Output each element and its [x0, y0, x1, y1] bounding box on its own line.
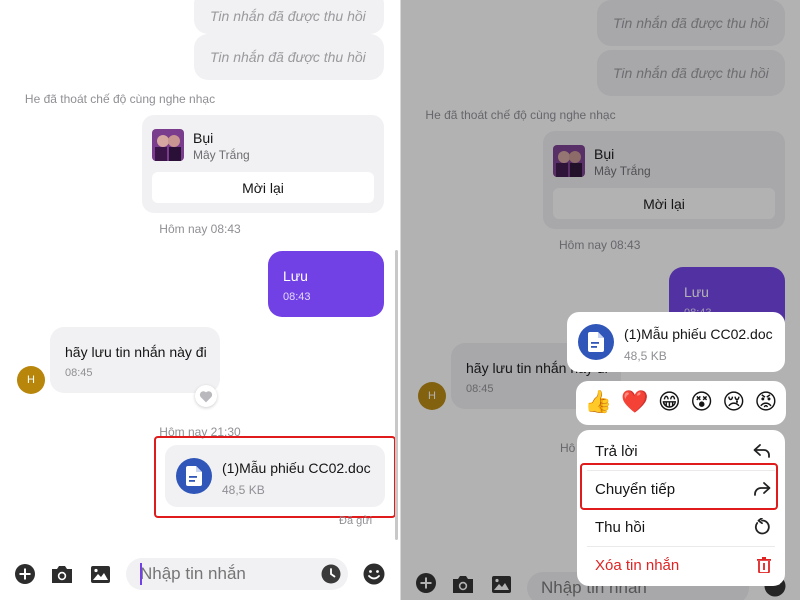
reaction-bar: 👍 ❤️ 😁 😵 😢 😡	[576, 381, 786, 425]
cry-reaction[interactable]: 😢	[722, 392, 745, 414]
album-thumbnail	[152, 129, 184, 161]
recalled-text: Tin nhắn đã được thu hồi	[210, 49, 366, 65]
reply-icon	[753, 444, 770, 458]
file-name: (1)Mẫu phiếu CC02.doc	[624, 326, 773, 342]
highlight-box	[580, 463, 778, 510]
message-text: hãy lưu tin nhắn này đi	[65, 344, 207, 360]
thumbs-up-reaction[interactable]: 👍	[585, 392, 612, 414]
document-icon	[578, 324, 614, 360]
image-icon	[90, 565, 110, 583]
menu-item-recall[interactable]: Thu hồi	[577, 508, 785, 546]
system-message: He đã thoát chế độ cùng nghe nhạc	[24, 92, 216, 106]
chat-screen-right: Tin nhắn đã được thu hồi Tin nhắn đã đượ…	[400, 0, 800, 600]
chat-screen-left: Tin nhắn đã được thu hồi Tin nhắn đã đượ…	[0, 0, 400, 600]
selected-file-message: (1)Mẫu phiếu CC02.doc 48,5 KB	[567, 312, 785, 372]
file-size: 48,5 KB	[624, 349, 667, 363]
heart-reaction[interactable]: ❤️	[621, 392, 648, 414]
menu-item-delete[interactable]: Xóa tin nhắn	[577, 546, 785, 584]
menu-item-label: Trả lời	[595, 442, 638, 460]
song-title: Bụi	[193, 130, 214, 146]
react-heart-button[interactable]	[195, 385, 217, 407]
recalled-text: Tin nhắn đã được thu hồi	[210, 8, 366, 24]
menu-item-label: Xóa tin nhắn	[595, 556, 680, 574]
plus-icon	[15, 564, 35, 584]
add-button[interactable]	[14, 563, 36, 585]
message-input-wrapper[interactable]	[126, 558, 348, 590]
reinvite-button[interactable]: Mời lại	[152, 172, 374, 203]
sent-message[interactable]: Lưu 08:43	[268, 251, 384, 317]
text-caret	[140, 563, 142, 585]
camera-button[interactable]	[50, 562, 74, 586]
song-artist: Mây Trắng	[193, 148, 250, 162]
menu-item-label: Thu hồi	[595, 518, 646, 536]
received-message[interactable]: hãy lưu tin nhắn này đi 08:45	[50, 327, 220, 393]
message-text: Lưu	[283, 268, 308, 284]
avatar[interactable]: H	[17, 366, 45, 394]
timestamp-divider: Hôm nay 08:43	[159, 222, 241, 236]
gallery-button[interactable]	[88, 562, 112, 586]
smiley-icon	[363, 563, 385, 585]
angry-reaction[interactable]: 😡	[754, 392, 777, 414]
highlight-box	[154, 436, 396, 518]
message-input[interactable]	[140, 564, 310, 584]
sent-status: Đã gửi	[339, 515, 373, 527]
recalled-message[interactable]: Tin nhắn đã được thu hồi	[194, 0, 384, 34]
camera-icon	[52, 565, 72, 583]
recall-icon	[754, 518, 770, 535]
scrollbar[interactable]	[395, 250, 398, 540]
message-time: 08:45	[65, 367, 93, 379]
trash-icon	[757, 557, 771, 573]
recalled-message[interactable]: Tin nhắn đã được thu hồi	[194, 34, 384, 80]
emoji-button[interactable]	[362, 562, 386, 586]
music-card[interactable]: Bụi Mây Trắng Mời lại	[142, 115, 384, 213]
dizzy-reaction[interactable]: 😵	[690, 392, 713, 414]
input-bar	[0, 550, 400, 600]
grin-reaction[interactable]: 😁	[658, 392, 681, 414]
clock-icon	[321, 564, 341, 584]
message-time: 08:43	[283, 291, 311, 303]
heart-icon	[199, 390, 213, 402]
timer-button[interactable]	[320, 563, 342, 585]
